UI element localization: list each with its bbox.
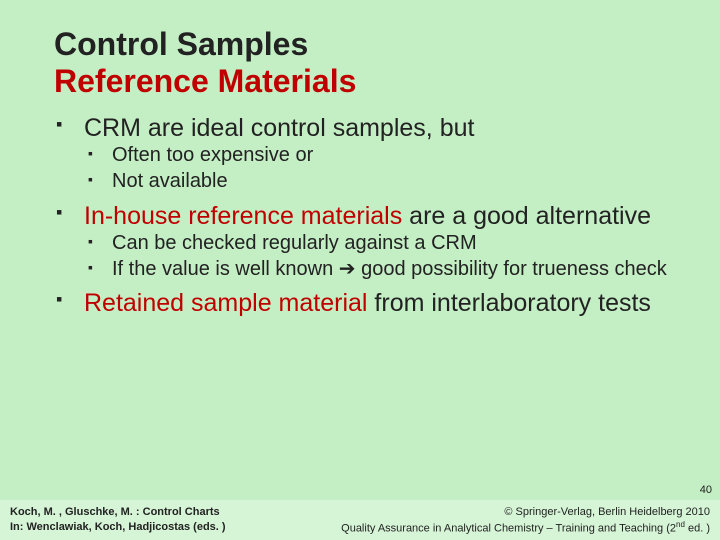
- bullet-3-rest: from interlaboratory tests: [367, 289, 650, 317]
- bullet-1-text: CRM are ideal control samples, but: [84, 114, 474, 142]
- footer-left-line-1: Koch, M. , Gluschke, M. : Control Charts: [10, 506, 220, 518]
- bullet-1-sub-1: Often too expensive or: [54, 144, 678, 168]
- page-number: 40: [700, 484, 712, 496]
- footer-right-line-2: Quality Assurance in Analytical Chemistr…: [341, 520, 710, 537]
- bullet-2-highlight: In-house reference materials: [84, 202, 402, 230]
- bullet-1-sub-2: Not available: [54, 170, 678, 194]
- footer-right-line-1: © Springer-Verlag, Berlin Heidelberg 201…: [341, 505, 710, 520]
- title-line-1: Control Samples: [54, 26, 678, 63]
- footer-left-line-2: In: Wenclawiak, Koch, Hadjicostas (eds. …: [10, 521, 226, 533]
- bullet-2-sub-1: Can be checked regularly against a CRM: [54, 232, 678, 256]
- bullet-3-highlight: Retained sample material: [84, 289, 367, 317]
- bullet-1-sublist: Often too expensive or Not available: [54, 144, 678, 193]
- slide-title: Control Samples Reference Materials: [54, 26, 678, 100]
- bullet-3: Retained sample material from interlabor…: [54, 289, 678, 318]
- bullet-list: CRM are ideal control samples, but Often…: [54, 114, 678, 319]
- slide: Control Samples Reference Materials CRM …: [0, 0, 720, 540]
- footer-left: Koch, M. , Gluschke, M. : Control Charts…: [10, 505, 226, 536]
- bullet-1: CRM are ideal control samples, but: [54, 114, 678, 143]
- bullet-2-sublist: Can be checked regularly against a CRM I…: [54, 232, 678, 281]
- bullet-2-sub-2: If the value is well known ➔ good possib…: [54, 258, 678, 282]
- bullet-2: In-house reference materials are a good …: [54, 202, 678, 231]
- footer: Koch, M. , Gluschke, M. : Control Charts…: [0, 500, 720, 540]
- bullet-2-rest: are a good alternative: [402, 202, 651, 230]
- footer-right: © Springer-Verlag, Berlin Heidelberg 201…: [341, 505, 710, 536]
- title-line-2: Reference Materials: [54, 63, 678, 100]
